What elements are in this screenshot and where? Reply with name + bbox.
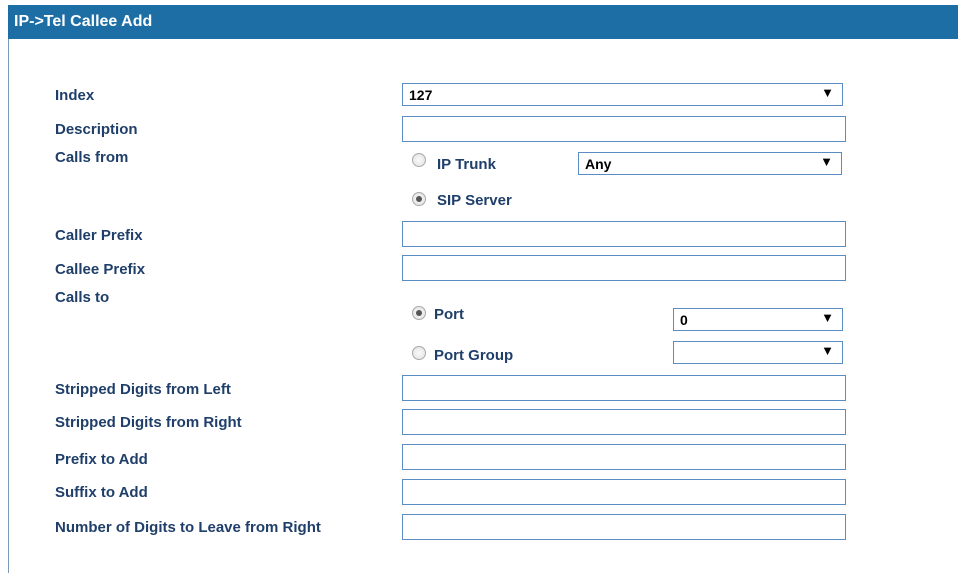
sip-server-label: SIP Server [437, 192, 512, 209]
prefix-add-label: Prefix to Add [55, 451, 148, 468]
page-title: IP->Tel Callee Add [14, 13, 153, 30]
chevron-down-icon: ▼ [821, 310, 834, 325]
ip-trunk-radio[interactable] [412, 153, 426, 167]
index-select[interactable]: 127 ▼ [402, 83, 843, 106]
ip-trunk-select[interactable]: Any ▼ [578, 152, 842, 175]
port-radio[interactable] [412, 306, 426, 320]
callee-prefix-input[interactable] [402, 255, 846, 281]
digits-leave-input[interactable] [402, 514, 846, 540]
port-select-value: 0 [680, 312, 688, 328]
chevron-down-icon: ▼ [821, 343, 834, 358]
stripped-right-input[interactable] [402, 409, 846, 435]
stripped-right-label: Stripped Digits from Right [55, 414, 242, 431]
stripped-left-input[interactable] [402, 375, 846, 401]
prefix-add-input[interactable] [402, 444, 846, 470]
ip-trunk-select-value: Any [585, 156, 612, 172]
chevron-down-icon: ▼ [820, 154, 833, 169]
description-label: Description [55, 121, 138, 138]
stripped-left-label: Stripped Digits from Left [55, 381, 231, 398]
sip-server-radio[interactable] [412, 192, 426, 206]
ip-trunk-label: IP Trunk [437, 156, 496, 173]
port-select[interactable]: 0 ▼ [673, 308, 843, 331]
port-group-label: Port Group [434, 347, 514, 364]
title-bar: IP->Tel Callee Add [8, 5, 958, 39]
callee-prefix-label: Callee Prefix [55, 261, 146, 278]
caller-prefix-input[interactable] [402, 221, 846, 247]
index-select-value: 127 [409, 87, 433, 103]
port-label: Port [434, 306, 464, 323]
description-input[interactable] [402, 116, 846, 142]
suffix-add-label: Suffix to Add [55, 484, 148, 501]
calls-from-label: Calls from [55, 149, 129, 166]
chevron-down-icon: ▼ [821, 85, 834, 100]
caller-prefix-label: Caller Prefix [55, 227, 143, 244]
calls-to-label: Calls to [55, 289, 110, 306]
digits-leave-label: Number of Digits to Leave from Right [55, 519, 321, 536]
port-group-select[interactable]: ▼ [673, 341, 843, 364]
port-group-radio[interactable] [412, 346, 426, 360]
index-label: Index [55, 87, 95, 104]
suffix-add-input[interactable] [402, 479, 846, 505]
